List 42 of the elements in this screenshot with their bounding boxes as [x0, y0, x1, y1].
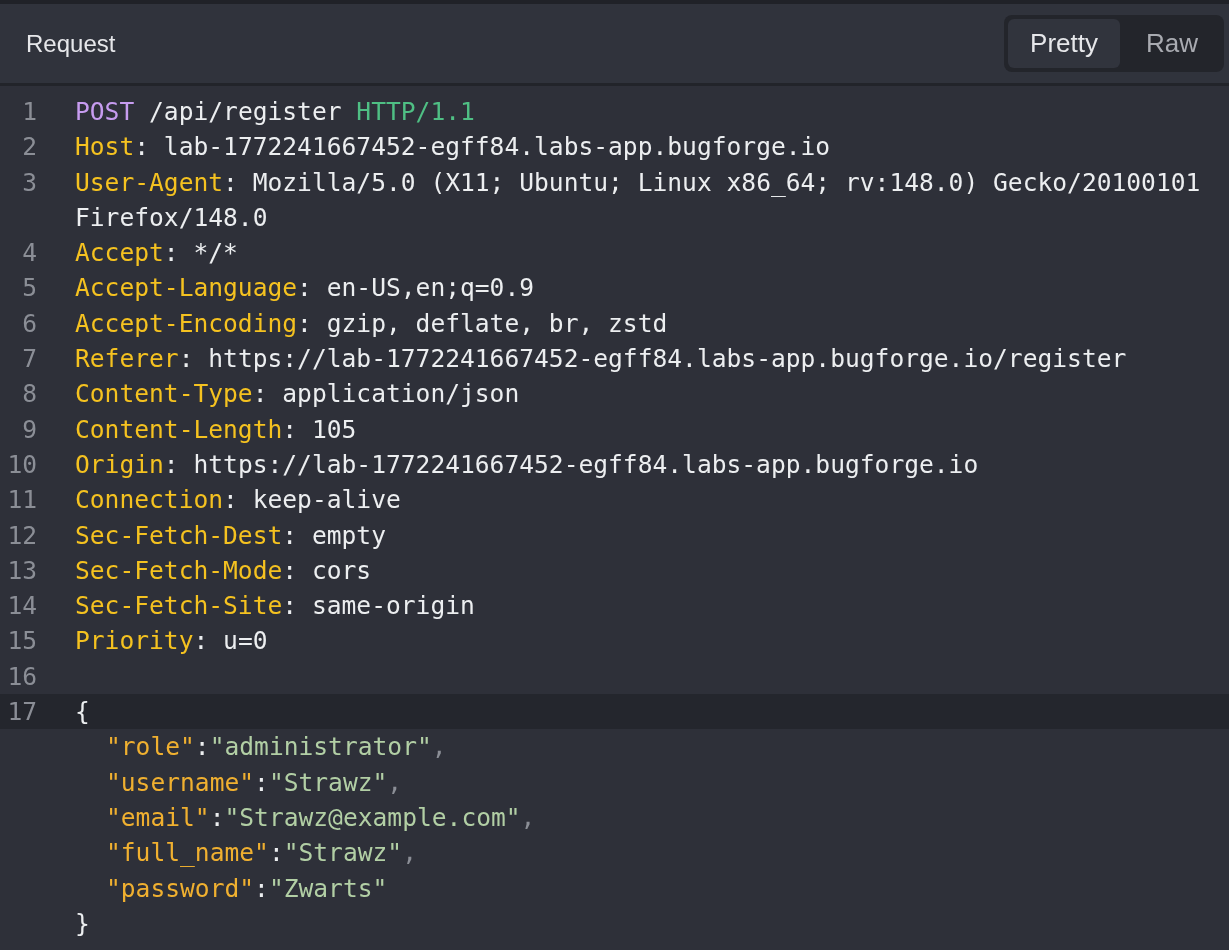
code-line: Host: lab-1772241667452-egff84.labs-app.bugforge.io — [75, 131, 831, 164]
code-line: Accept: */* — [75, 237, 238, 270]
code-line: Accept-Encoding: gzip, deflate, br, zstd — [75, 307, 668, 340]
line-number: 7 — [21, 343, 37, 376]
line-number: 11 — [6, 484, 37, 517]
line-number: 3 — [21, 166, 37, 199]
code-line: { — [75, 696, 90, 729]
line-number: 1 — [21, 96, 37, 128]
view-tab[interactable]: Pretty — [1008, 19, 1120, 68]
code-line: Sec-Fetch-Site: same-origin — [75, 590, 475, 623]
code-line: Content-Type: application/json — [75, 378, 520, 411]
code-line: "role":"administrator", — [105, 731, 447, 764]
line-number: 5 — [21, 272, 37, 305]
code-line: User-Agent: Mozilla/5.0 (X11; Ubuntu; Linux x86_64; rv:148.0) Gecko/20100101 Firefox/148.0 — [75, 166, 1202, 234]
code-line: "full_name":"Strawz", — [105, 837, 417, 870]
code-line: Sec-Fetch-Mode: cors — [75, 554, 372, 587]
line-number: 17 — [6, 696, 37, 729]
code-line: Content-Length: 105 — [75, 413, 357, 446]
line-number: 13 — [6, 554, 37, 587]
code-line: "password":"Zwarts" — [105, 872, 388, 905]
line-number: 6 — [21, 307, 37, 340]
line-number: 14 — [6, 590, 37, 623]
line-number: 8 — [21, 378, 37, 411]
line-number: 2 — [21, 131, 37, 164]
line-number: 12 — [6, 519, 37, 552]
code-line: Connection: keep-alive — [75, 484, 401, 517]
code-line: Referer: https://lab-1772241667452-egff84.labs-app.bugforge.io/register — [75, 343, 1127, 376]
code-line: "email":"Strawz@example.com", — [105, 801, 536, 834]
line-number: 10 — [6, 448, 37, 481]
code-line: } — [75, 907, 90, 940]
line-number: 15 — [6, 625, 37, 658]
line-number: 4 — [21, 237, 37, 270]
line-number: 16 — [6, 660, 37, 693]
line-number: 9 — [21, 413, 37, 446]
code-line: Priority: u=0 — [75, 625, 268, 658]
code-line: POST /api/register HTTP/1.1 — [75, 96, 475, 128]
panel-title: Request — [26, 29, 116, 58]
view-tab[interactable]: Raw — [1124, 19, 1220, 68]
code-line: Accept-Language: en-US,en;q=0.9 — [75, 272, 535, 305]
code-line: "username":"Strawz", — [105, 766, 403, 799]
code-line: Origin: https://lab-1772241667452-egff84.labs-app.bugforge.io — [75, 448, 979, 481]
code-line: Sec-Fetch-Dest: empty — [75, 519, 386, 552]
